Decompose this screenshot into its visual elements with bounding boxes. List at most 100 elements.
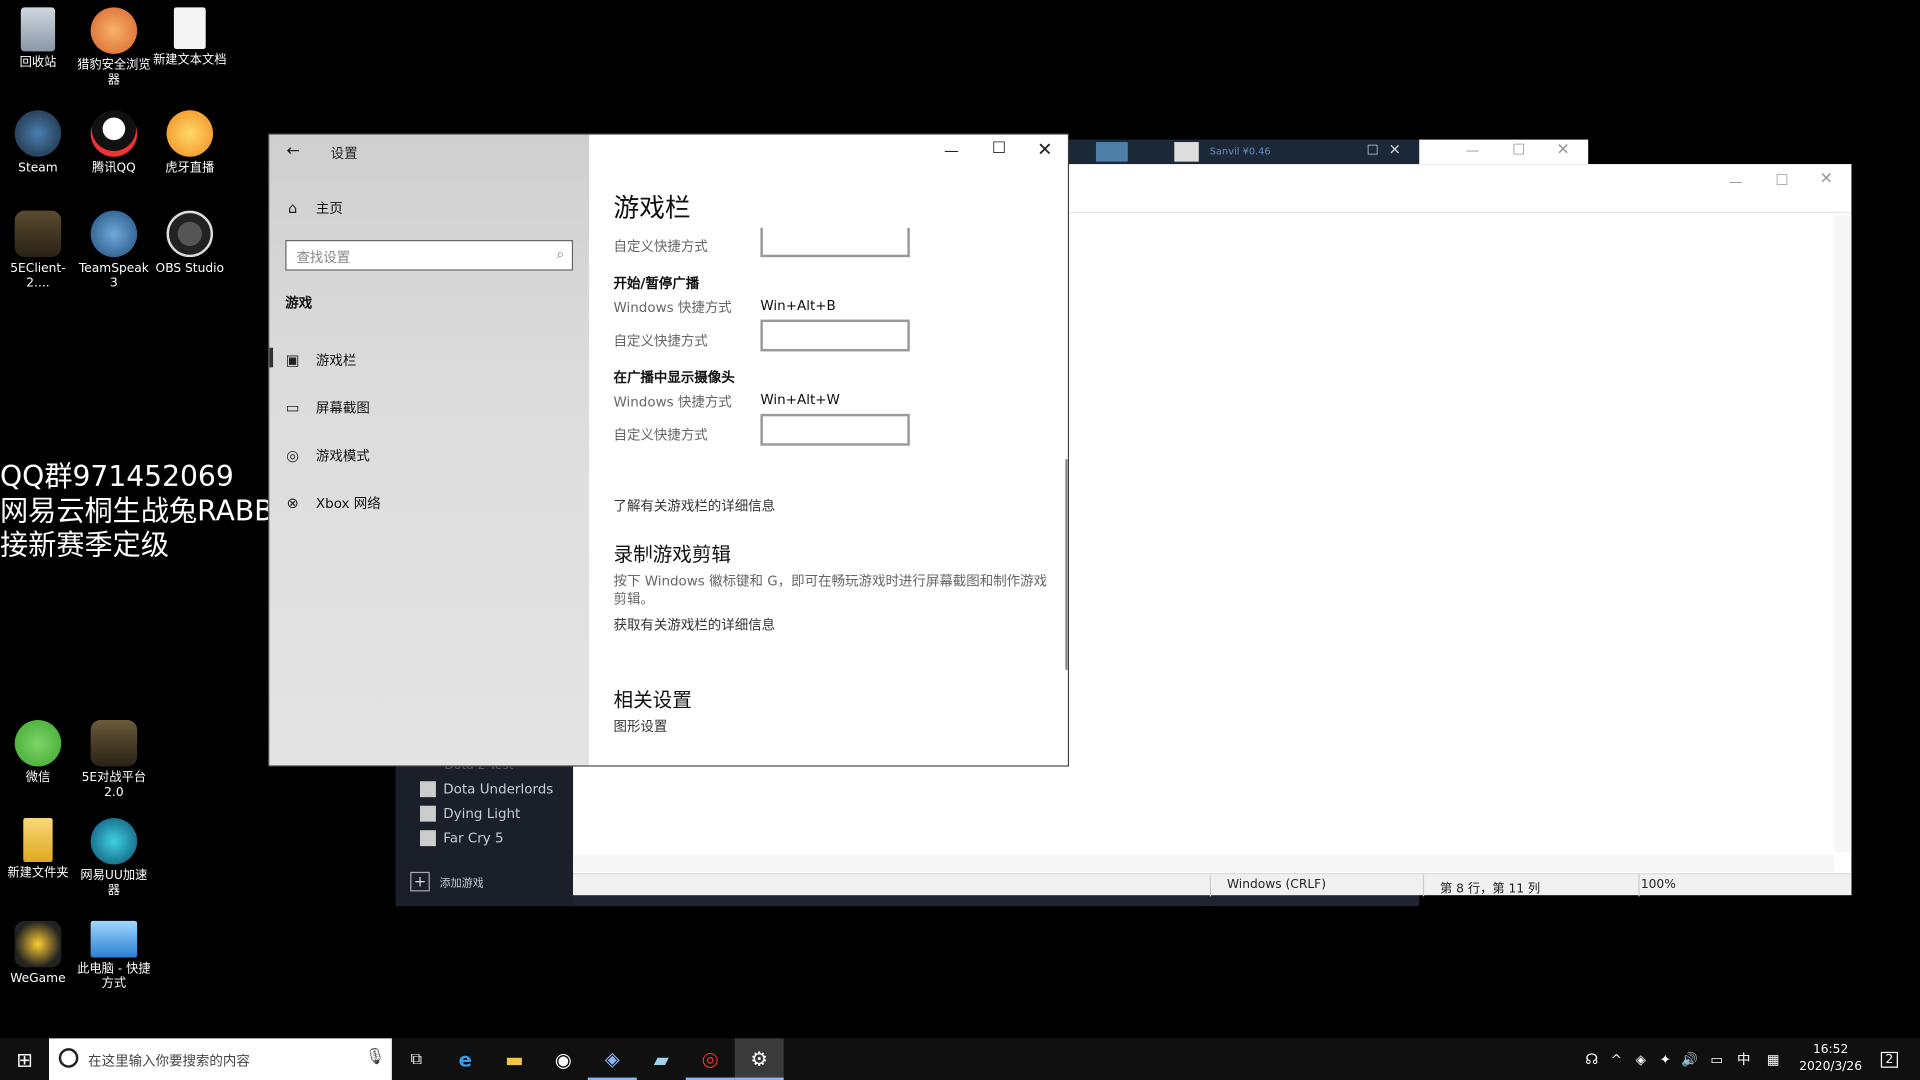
desktop-icon-5e-platform[interactable]: 5E对战平台 2.0 xyxy=(76,720,152,801)
5e-platform-icon xyxy=(90,720,138,767)
windows-start-icon[interactable]: ⊞ xyxy=(0,1038,49,1080)
nav-home[interactable]: ⌂ 主页 xyxy=(284,198,343,218)
tray-chevron-up-icon[interactable]: ^ xyxy=(1604,1038,1628,1080)
notepad-taskbar-icon[interactable]: ▰ xyxy=(637,1038,686,1080)
nav-xbox-network[interactable]: ⊗ Xbox 网络 xyxy=(284,493,380,513)
learn-more-link[interactable]: 了解有关游戏栏的详细信息 xyxy=(613,496,775,516)
custom-shortcut-label: 自定义快捷方式 xyxy=(613,238,708,255)
vertical-scrollbar[interactable] xyxy=(1834,215,1852,853)
overlay-qq-group: QQ群971452069 xyxy=(0,461,234,494)
nav-game-bar[interactable]: ▣ 游戏栏 xyxy=(284,350,357,370)
steam-close-icon[interactable]: ✕ xyxy=(1389,141,1401,158)
status-encoding: Windows (CRLF) xyxy=(1226,877,1326,892)
desktop-icon-steam[interactable]: Steam xyxy=(0,110,76,176)
get-more-link[interactable]: 获取有关游戏栏的详细信息 xyxy=(613,615,775,635)
settings-window: ← 设置 ⌂ 主页 查找设置 ⌕ 游戏 ▣ 游戏栏 ▭ 屏幕截图 ◎ 游戏模式 … xyxy=(268,133,1069,767)
steam-game-row[interactable]: Far Cry 5 xyxy=(420,830,504,847)
desktop-icon-teamspeak[interactable]: TeamSpeak 3 xyxy=(76,210,152,292)
steam-avatar[interactable] xyxy=(1174,142,1199,162)
desktop-icon-qq[interactable]: 腾讯QQ xyxy=(76,110,152,176)
settings-gear-icon[interactable]: ⚙ xyxy=(734,1038,784,1080)
steam-nav-icon[interactable] xyxy=(1095,142,1128,162)
nav-captures[interactable]: ▭ 屏幕截图 xyxy=(284,398,370,418)
camera-shortcut-value: Win+Alt+W xyxy=(760,391,840,408)
notepad-statusbar: Windows (CRLF) 第 8 行，第 11 列 100% xyxy=(573,873,1852,897)
task-view-icon[interactable]: ⧉ xyxy=(392,1038,441,1080)
custom-shortcut-input-1[interactable] xyxy=(760,227,910,258)
notification-center-icon[interactable]: 2 xyxy=(1871,1038,1908,1080)
minimize-icon[interactable]: — xyxy=(944,142,959,159)
steam-user[interactable]: Sanvil ¥0.46 xyxy=(1210,146,1271,157)
broadcast-title: 开始/暂停广播 xyxy=(613,275,700,292)
close-icon[interactable]: ✕ xyxy=(1820,170,1833,188)
cheetah-browser-icon xyxy=(90,7,138,54)
windows-shortcut-label: Windows 快捷方式 xyxy=(613,300,732,316)
page-title: 游戏栏 xyxy=(613,193,691,223)
game-mode-icon: ◎ xyxy=(286,446,300,465)
custom-shortcut-label: 自定义快捷方式 xyxy=(613,427,708,444)
capture-icon: ▭ xyxy=(285,399,300,417)
content-scrollbar[interactable] xyxy=(1065,459,1068,670)
file-explorer-icon[interactable]: ▬ xyxy=(490,1038,539,1080)
qq-icon xyxy=(90,110,138,157)
plus-icon: + xyxy=(410,871,430,892)
steam-taskbar-icon[interactable]: ◈ xyxy=(587,1038,637,1080)
tray-app-icon[interactable]: ✦ xyxy=(1653,1038,1677,1080)
back-arrow-icon[interactable]: ← xyxy=(287,142,300,160)
active-indicator xyxy=(269,347,274,368)
desktop-icon-wechat[interactable]: 微信 xyxy=(0,720,76,786)
network-icon[interactable]: ▭ xyxy=(1705,1038,1729,1080)
taskbar: ⊞ 在这里输入你要搜索的内容 🎙 ⧉ e ▬ ◉ ◈ ▰ ◎ ⚙ ☊ ^ ◈ ✦… xyxy=(0,1038,1920,1080)
window-title: 设置 xyxy=(330,145,358,162)
minimize-icon[interactable]: — xyxy=(1466,142,1479,158)
steam-game-row[interactable]: Dying Light xyxy=(420,805,520,822)
maximize-icon[interactable]: ☐ xyxy=(1776,171,1789,188)
close-icon[interactable]: ✕ xyxy=(1037,138,1052,160)
minimize-icon[interactable]: — xyxy=(1729,174,1742,190)
desktop-icon-obs[interactable]: OBS Studio xyxy=(152,210,228,277)
obs-taskbar-icon[interactable]: ◉ xyxy=(539,1038,588,1080)
steam-tray-icon[interactable]: ◈ xyxy=(1629,1038,1653,1080)
taskbar-clock[interactable]: 16:52 2020/3/26 xyxy=(1795,1042,1866,1076)
desktop-icon-this-pc[interactable]: 此电脑 - 快捷方式 xyxy=(76,920,152,992)
dying-light-icon xyxy=(420,805,436,822)
taskbar-search-placeholder: 在这里输入你要搜索的内容 xyxy=(88,1053,250,1069)
taskbar-search-box[interactable]: 在这里输入你要搜索的内容 🎙 xyxy=(48,1038,392,1080)
desktop-icon-huya[interactable]: 虎牙直播 xyxy=(152,110,228,176)
nav-game-mode[interactable]: ◎ 游戏模式 xyxy=(284,446,370,466)
related-settings-title: 相关设置 xyxy=(613,688,692,712)
horizontal-scrollbar[interactable] xyxy=(573,854,1835,872)
custom-shortcut-input-2[interactable] xyxy=(760,319,910,352)
background-window-titlebar: — ☐ ✕ xyxy=(1419,139,1589,165)
clock-time: 16:52 xyxy=(1812,1043,1849,1057)
home-icon: ⌂ xyxy=(287,199,298,217)
desktop-icon-recycle-bin[interactable]: 回收站 xyxy=(0,7,76,71)
graphics-settings-link[interactable]: 图形设置 xyxy=(613,716,667,736)
maximize-icon[interactable]: ☐ xyxy=(992,140,1006,158)
steam-game-row[interactable]: Dota Underlords xyxy=(420,781,553,798)
settings-search-input[interactable]: 查找设置 ⌕ xyxy=(285,240,574,271)
obs-icon xyxy=(166,210,214,258)
ime-indicator[interactable]: 中 xyxy=(1731,1038,1755,1080)
close-icon[interactable]: ✕ xyxy=(1556,141,1569,159)
keyboard-layout-icon[interactable]: ▦ xyxy=(1758,1038,1787,1080)
desktop-icon-uu-accelerator[interactable]: 网易UU加速器 xyxy=(76,817,152,899)
desktop-icon-cheetah-browser[interactable]: 猎豹安全浏览器 xyxy=(76,7,152,88)
netease-music-icon[interactable]: ◎ xyxy=(685,1038,735,1080)
maximize-icon[interactable]: ☐ xyxy=(1512,141,1525,158)
volume-icon[interactable]: 🔊 xyxy=(1678,1038,1702,1080)
steam-maximize-icon[interactable]: ☐ xyxy=(1367,142,1379,158)
custom-shortcut-label: 自定义快捷方式 xyxy=(613,333,708,349)
desktop-icon-text-document[interactable]: 新建文本文档 xyxy=(152,7,228,68)
desktop-icon-5e-client[interactable]: 5EClient-2.... xyxy=(0,210,76,292)
settings-content: — ☐ ✕ 游戏栏 自定义快捷方式 开始/暂停广播 Windows 快捷方式 W… xyxy=(588,134,1068,766)
desktop-icon-folder[interactable]: 新建文件夹 xyxy=(0,817,76,882)
steam-add-game-button[interactable]: + 添加游戏 xyxy=(410,871,484,892)
edge-icon[interactable]: e xyxy=(441,1038,490,1080)
far-cry-icon xyxy=(420,830,436,847)
search-icon: ⌕ xyxy=(556,244,565,263)
custom-shortcut-input-3[interactable] xyxy=(760,413,910,446)
uu-accelerator-icon xyxy=(90,817,138,865)
desktop-icon-wegame[interactable]: WeGame xyxy=(0,920,76,987)
microphone-icon[interactable]: 🎙 xyxy=(365,1048,385,1066)
